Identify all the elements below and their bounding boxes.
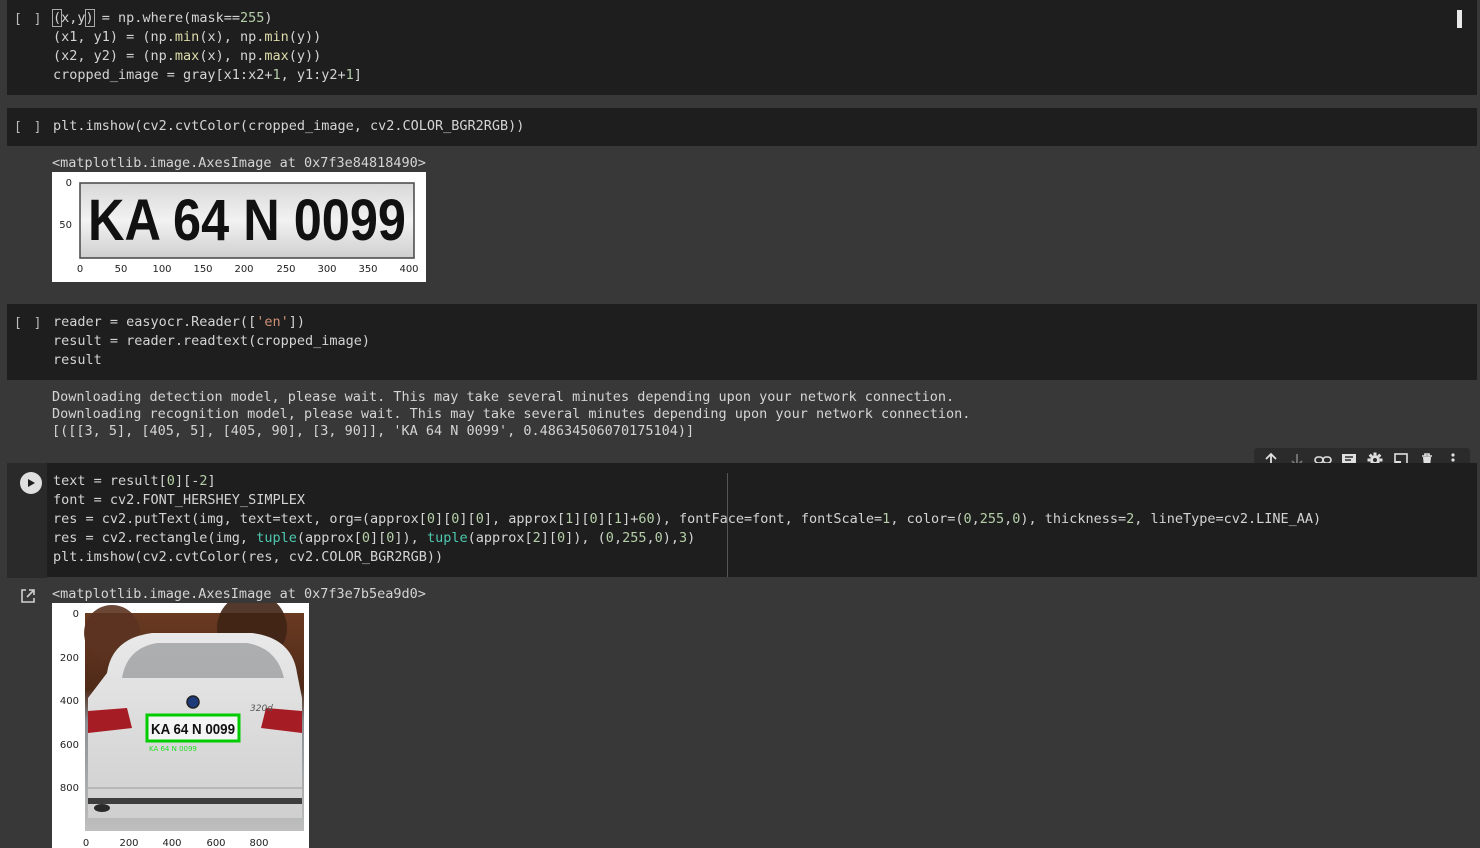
x-tick-label: 250 [276,264,295,275]
output-redirect-icon[interactable] [20,588,36,608]
plate-text: KA 64 N 0099 [88,188,406,253]
cropped-plate-plot: KA 64 N 0099 0 50 0 50 100 150 200 250 3… [52,172,426,282]
y-tick-label: 0 [66,178,72,189]
output-line: [([[3, 5], [405, 5], [405, 90], [3, 90]]… [52,423,695,439]
run-cell-button[interactable] [20,472,42,494]
x-tick-label: 800 [249,838,268,848]
code-line: result [53,352,102,368]
car-plate-plot: 320d KA 64 N 0099 KA 64 N 0099 0 200 400… [52,603,309,848]
code-line: (x1, y1) = (np.min(x), np.min(y)) [53,29,322,45]
code-editor[interactable]: (x,y) = np.where(mask==255) (x1, y1) = (… [51,9,362,85]
code-editor[interactable]: text = result[0][-2] font = cv2.FONT_HER… [53,472,1321,567]
code-line: (x,y) = np.where(mask==255) [51,9,273,27]
car-plate-figure: 320d KA 64 N 0099 KA 64 N 0099 0 200 400… [60,603,304,848]
y-tick-label: 600 [60,740,79,751]
code-line: text = result[0][-2] [53,473,216,489]
exec-count[interactable]: [ ] [14,12,43,27]
code-line: (x2, y2) = (np.max(x), np.max(y)) [53,48,322,64]
code-cell-2[interactable]: [ ] plt.imshow(cv2.cvtColor(cropped_imag… [7,108,1477,146]
play-icon [28,479,35,487]
x-tick-label: 400 [162,838,181,848]
output-line: Downloading recognition model, please wa… [52,406,971,422]
output-line: Downloading detection model, please wait… [52,389,955,405]
y-tick-label: 800 [60,783,79,794]
x-tick-label: 350 [358,264,377,275]
code-cell-4[interactable]: text = result[0][-2] font = cv2.FONT_HER… [7,463,1477,578]
y-tick-label: 200 [60,653,79,664]
scroll-marker[interactable] [1457,10,1462,28]
x-tick-label: 0 [77,264,83,275]
code-line: reader = easyocr.Reader(['en']) [53,314,305,330]
ruler-line [727,473,728,577]
y-tick-label: 0 [73,609,79,620]
code-line: result = reader.readtext(cropped_image) [53,333,370,349]
x-tick-label: 200 [234,264,253,275]
cropped-plate-figure: KA 64 N 0099 0 50 0 50 100 150 200 250 3… [59,178,418,275]
code-line: font = cv2.FONT_HERSHEY_SIMPLEX [53,492,305,508]
exec-count[interactable]: [ ] [14,316,43,331]
output-text: <matplotlib.image.AxesImage at 0x7f3e7b5… [52,586,426,602]
x-tick-label: 400 [399,264,418,275]
car-plate-text: KA 64 N 0099 [151,721,235,738]
x-tick-label: 200 [119,838,138,848]
code-editor[interactable]: reader = easyocr.Reader(['en']) result =… [53,313,370,370]
x-tick-label: 0 [83,838,89,848]
x-tick-label: 600 [206,838,225,848]
y-tick-label: 400 [60,696,79,707]
output-stream: Downloading detection model, please wait… [52,389,970,440]
code-line: plt.imshow(cv2.cvtColor(cropped_image, c… [53,118,525,134]
code-line: plt.imshow(cv2.cvtColor(res, cv2.COLOR_B… [53,549,444,565]
x-tick-label: 100 [152,264,171,275]
exec-count[interactable]: [ ] [14,120,43,135]
code-line: res = cv2.rectangle(img, tuple(approx[0]… [53,530,696,546]
code-cell-1[interactable]: [ ] (x,y) = np.where(mask==255) (x1, y1)… [7,0,1477,95]
ocr-overlay-text: KA 64 N 0099 [149,745,197,753]
y-tick-label: 50 [59,220,72,231]
code-line: res = cv2.putText(img, text=text, org=(a… [53,511,1322,527]
x-tick-label: 50 [115,264,128,275]
code-line: cropped_image = gray[x1:x2+1, y1:y2+1] [53,67,362,83]
code-cell-3[interactable]: [ ] reader = easyocr.Reader(['en']) resu… [7,304,1477,380]
output-text: <matplotlib.image.AxesImage at 0x7f3e848… [52,155,426,171]
x-tick-label: 150 [193,264,212,275]
code-editor[interactable]: plt.imshow(cv2.cvtColor(cropped_image, c… [53,117,524,136]
model-badge: 320d [250,704,273,714]
x-tick-label: 300 [317,264,336,275]
